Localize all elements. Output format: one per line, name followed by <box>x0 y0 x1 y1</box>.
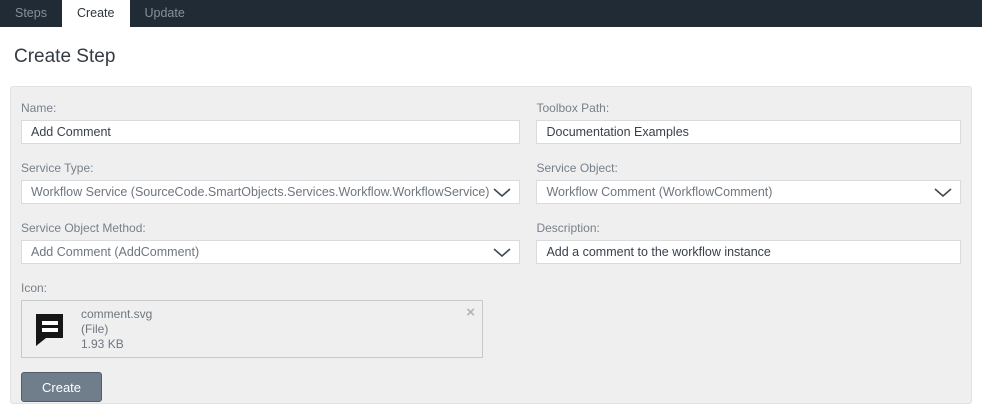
service-object-method-label: Service Object Method: <box>21 221 520 235</box>
icon-label: Icon: <box>21 281 483 295</box>
description-field-group: Description: <box>536 221 961 264</box>
service-type-dropdown[interactable]: Workflow Service (SourceCode.SmartObject… <box>21 180 520 204</box>
service-object-dropdown[interactable]: Workflow Comment (WorkflowComment) <box>536 180 961 204</box>
service-type-field-group: Service Type: Workflow Service (SourceCo… <box>21 161 520 204</box>
name-input[interactable] <box>21 120 520 144</box>
file-kind: (File) <box>81 322 152 337</box>
tab-bar: Steps Create Update <box>0 0 982 27</box>
tab-steps[interactable]: Steps <box>0 0 62 27</box>
service-type-label: Service Type: <box>21 161 520 175</box>
remove-file-icon[interactable]: × <box>466 305 475 320</box>
service-type-selected-value: Workflow Service (SourceCode.SmartObject… <box>31 185 489 199</box>
name-label: Name: <box>21 101 520 115</box>
service-object-selected-value: Workflow Comment (WorkflowComment) <box>546 185 772 199</box>
chevron-down-icon <box>493 188 511 197</box>
toolbox-path-input[interactable] <box>536 120 961 144</box>
chevron-down-icon <box>934 188 952 197</box>
service-object-method-dropdown[interactable]: Add Comment (AddComment) <box>21 240 520 264</box>
file-name: comment.svg <box>81 307 152 322</box>
create-step-form-panel: Name: Toolbox Path: Service Type: Workfl… <box>10 86 972 404</box>
create-button[interactable]: Create <box>21 372 102 402</box>
chevron-down-icon <box>493 248 511 257</box>
service-object-method-field-group: Service Object Method: Add Comment (AddC… <box>21 221 520 264</box>
name-field-group: Name: <box>21 101 520 144</box>
service-object-method-selected-value: Add Comment (AddComment) <box>31 245 199 259</box>
icon-field-group: Icon: comment.svg (File) 1.93 KB × <box>21 281 483 358</box>
tab-create[interactable]: Create <box>62 0 130 27</box>
toolbox-path-field-group: Toolbox Path: <box>536 101 961 144</box>
comment-file-icon <box>34 312 65 347</box>
file-meta: comment.svg (File) 1.93 KB <box>81 307 152 352</box>
tab-update[interactable]: Update <box>130 0 200 27</box>
service-object-label: Service Object: <box>536 161 961 175</box>
page-title: Create Step <box>14 46 968 67</box>
service-object-field-group: Service Object: Workflow Comment (Workfl… <box>536 161 961 204</box>
icon-file-dropzone[interactable]: comment.svg (File) 1.93 KB × <box>21 300 483 358</box>
description-label: Description: <box>536 221 961 235</box>
toolbox-path-label: Toolbox Path: <box>536 101 961 115</box>
file-size: 1.93 KB <box>81 337 152 352</box>
description-input[interactable] <box>536 240 961 264</box>
button-row: Create <box>21 372 961 402</box>
